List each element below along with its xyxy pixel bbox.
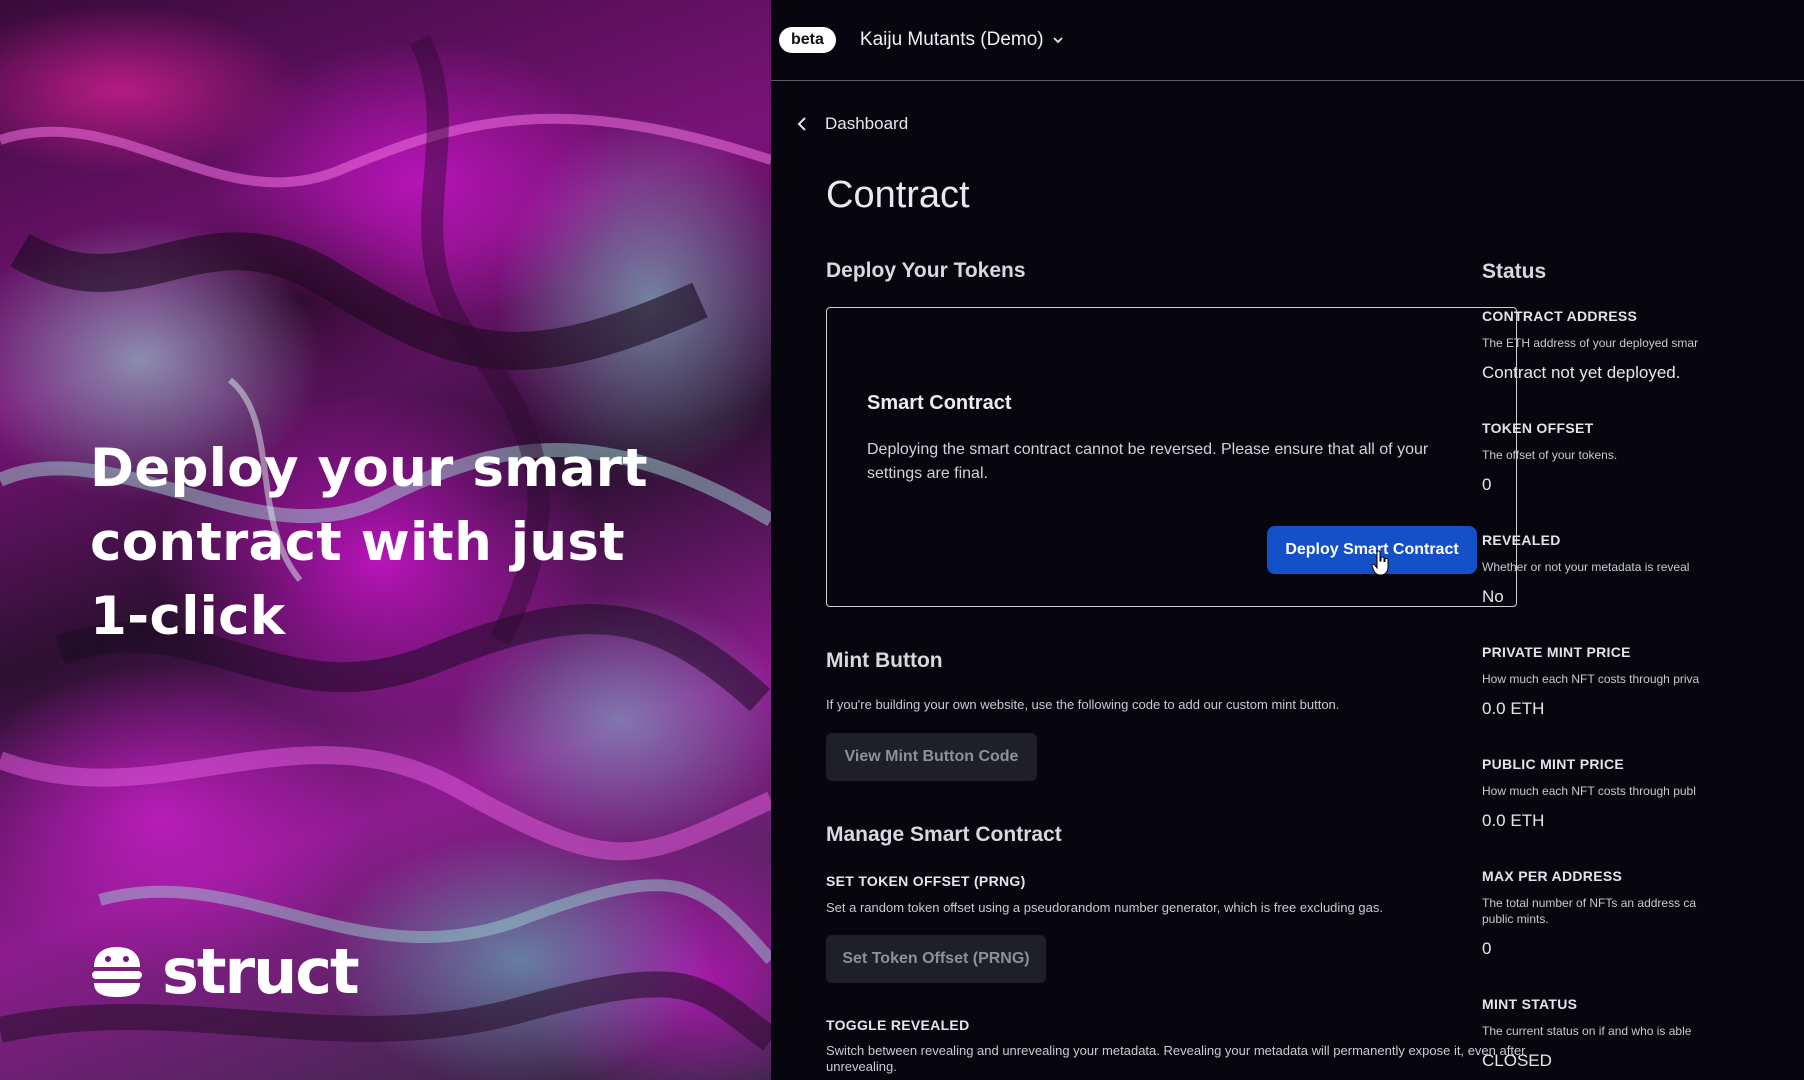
status-mint-status-desc: The current status on if and who is able <box>1482 1024 1692 1038</box>
status-contract-address-desc: The ETH address of your deployed smar <box>1482 336 1699 350</box>
hero-headline: Deploy your smart contract with just 1-c… <box>90 438 648 647</box>
struct-logo-icon <box>92 947 142 997</box>
token-offset-description: Set a random token offset using a pseudo… <box>826 900 1383 915</box>
status-private-mint-price-desc: How much each NFT costs through priva <box>1482 672 1700 686</box>
brand-name: struct <box>162 935 360 1008</box>
status-max-per-address-label: MAX PER ADDRESS <box>1482 868 1623 884</box>
chevron-down-icon <box>1053 37 1063 44</box>
project-name: Kaiju Mutants (Demo) <box>859 29 1044 50</box>
status-revealed-label: REVEALED <box>1482 532 1561 548</box>
status-mint-status-value: CLOSED <box>1482 1051 1552 1070</box>
top-bar: beta Kaiju Mutants (Demo) <box>771 0 1804 81</box>
status-public-mint-price-value: 0.0 ETH <box>1482 811 1545 830</box>
status-max-per-address-desc-line2: public mints. <box>1482 912 1549 926</box>
status-token-offset-label: TOKEN OFFSET <box>1482 420 1594 436</box>
status-public-mint-price-desc: How much each NFT costs through publ <box>1482 784 1696 798</box>
smart-contract-card: Smart Contract Deploying the smart contr… <box>826 307 1517 607</box>
token-offset-label: SET TOKEN OFFSET (PRNG) <box>826 873 1026 889</box>
status-revealed-value: No <box>1482 587 1504 606</box>
app-root: Deploy your smart contract with just 1-c… <box>0 0 1804 1080</box>
mint-description: If you're building your own website, use… <box>826 697 1340 712</box>
status-token-offset-desc: The offset of your tokens. <box>1482 448 1618 462</box>
status-title: Status <box>1482 260 1547 283</box>
brand-logo: struct <box>90 935 360 1008</box>
page-title: Contract <box>826 174 970 216</box>
set-token-offset-button[interactable]: Set Token Offset (PRNG) <box>826 935 1046 983</box>
status-public-mint-price-label: PUBLIC MINT PRICE <box>1482 756 1624 772</box>
status-contract-address-value: Contract not yet deployed. <box>1482 363 1681 382</box>
manage-section-title: Manage Smart Contract <box>826 823 1062 846</box>
chevron-left-icon <box>797 117 806 131</box>
hero-panel: Deploy your smart contract with just 1-c… <box>0 0 771 1080</box>
status-max-per-address-value: 0 <box>1482 939 1492 958</box>
status-token-offset-value: 0 <box>1482 475 1492 494</box>
status-revealed-desc: Whether or not your metadata is reveal <box>1482 560 1690 574</box>
back-to-dashboard-link[interactable]: Dashboard <box>797 114 908 134</box>
status-contract-address-label: CONTRACT ADDRESS <box>1482 308 1638 324</box>
status-private-mint-price-value: 0.0 ETH <box>1482 699 1545 718</box>
back-label: Dashboard <box>825 114 909 133</box>
status-mint-status-label: MINT STATUS <box>1482 996 1578 1012</box>
project-selector[interactable]: Kaiju Mutants (Demo) <box>860 29 1064 51</box>
card-text: Deploying the smart contract cannot be r… <box>867 441 1429 482</box>
toggle-revealed-description: Switch between revealing and unrevealing… <box>826 1043 1526 1074</box>
status-private-mint-price-label: PRIVATE MINT PRICE <box>1482 644 1631 660</box>
app-panel: beta Kaiju Mutants (Demo) Dashboard Cont… <box>771 0 1804 1080</box>
hand-pointer-cursor-icon <box>1371 550 1389 576</box>
toggle-revealed-label: TOGGLE REVEALED <box>826 1017 970 1033</box>
view-mint-button-code-button[interactable]: View Mint Button Code <box>826 733 1037 781</box>
deploy-section-title: Deploy Your Tokens <box>826 259 1026 282</box>
status-max-per-address-desc: The total number of NFTs an address ca <box>1482 896 1697 910</box>
card-title: Smart Contract <box>867 392 1012 414</box>
beta-badge: beta <box>779 27 836 53</box>
mint-section-title: Mint Button <box>826 649 943 672</box>
